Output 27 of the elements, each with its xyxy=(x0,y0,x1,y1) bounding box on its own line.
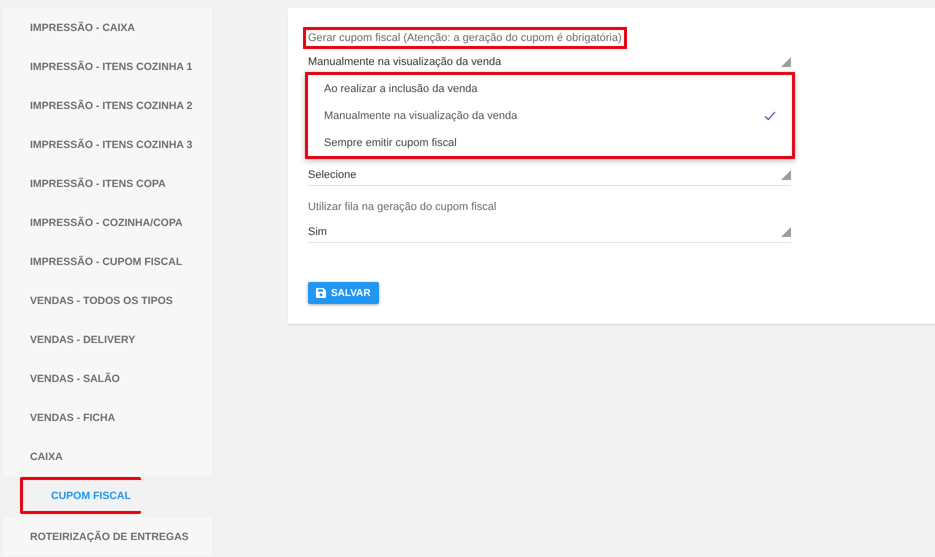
sidebar-item[interactable]: IMPRESSÃO - CUPOM FISCAL xyxy=(3,242,214,281)
select-field[interactable]: Sim xyxy=(308,221,791,243)
sidebar-item[interactable]: IMPRESSÃO - ITENS COPA xyxy=(3,164,214,203)
sidebar-item[interactable]: CUPOM FISCAL xyxy=(20,477,141,514)
dropdown-arrow-icon xyxy=(781,57,791,67)
dropdown-arrow-icon xyxy=(781,170,791,180)
dropdown-option[interactable]: Sempre emitir cupom fiscal xyxy=(308,129,792,156)
save-button[interactable]: SALVAR xyxy=(308,282,379,304)
field-label: Utilizar fila na geração do cupom fiscal xyxy=(308,200,496,215)
select-field[interactable]: Selecione xyxy=(308,164,791,186)
save-icon xyxy=(316,288,326,298)
sidebar-item[interactable]: IMPRESSÃO - ITENS COZINHA 3 xyxy=(3,125,214,164)
dropdown-option[interactable]: Ao realizar a inclusão da venda xyxy=(308,75,792,102)
sidebar-item[interactable]: ROTEIRIZAÇÃO DE ENTREGAS xyxy=(3,517,214,556)
sidebar-item[interactable]: VENDAS - SALÃO xyxy=(3,359,214,398)
field-label: Gerar cupom fiscal (Atenção: a geração do cupom é obrigatória) xyxy=(303,27,627,49)
sidebar-item[interactable]: IMPRESSÃO - COZINHA/COPA xyxy=(3,203,214,242)
dropdown-arrow-icon xyxy=(781,226,791,236)
sidebar-item[interactable]: VENDAS - TODOS OS TIPOS xyxy=(3,281,214,320)
sidebar-item[interactable]: CAIXA xyxy=(3,437,214,476)
dropdown-option[interactable]: Manualmente na visualização da venda xyxy=(308,102,792,129)
sidebar-item[interactable]: IMPRESSÃO - ITENS COZINHA 2 xyxy=(3,86,214,125)
sidebar-item[interactable]: VENDAS - DELIVERY xyxy=(3,320,214,359)
sidebar-item[interactable]: IMPRESSÃO - ITENS COZINHA 1 xyxy=(3,47,214,86)
check-icon xyxy=(764,110,776,120)
sidebar-item[interactable]: VENDAS - FICHA xyxy=(3,398,214,437)
sidebar-item[interactable]: IMPRESSÃO - CAIXA xyxy=(3,8,214,47)
